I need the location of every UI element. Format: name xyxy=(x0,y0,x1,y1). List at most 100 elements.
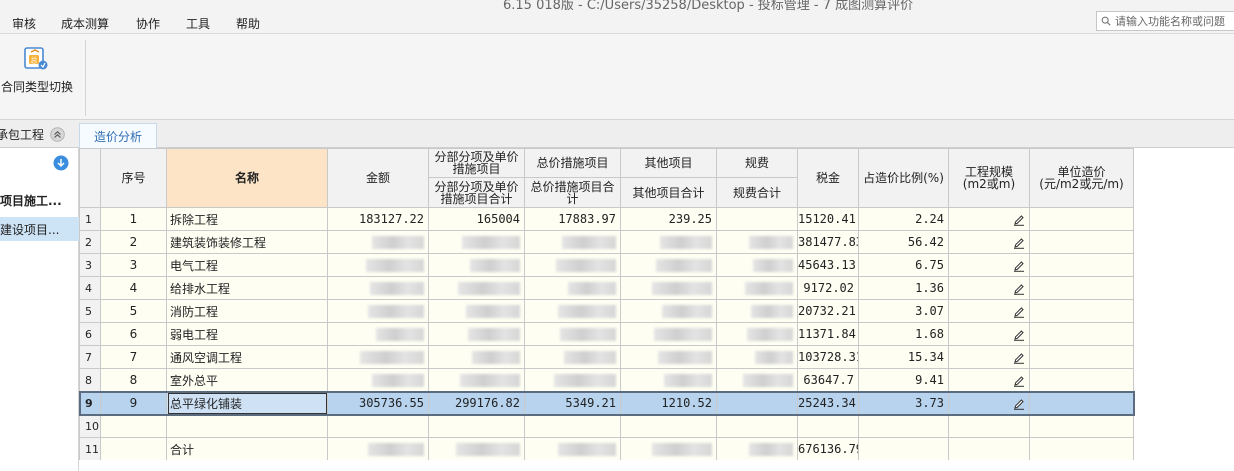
cell-name[interactable] xyxy=(166,414,328,438)
cell-other[interactable] xyxy=(620,322,717,346)
cell-fbfx[interactable] xyxy=(428,437,525,461)
cell-seq[interactable]: 5 xyxy=(100,299,167,323)
cell-ratio[interactable] xyxy=(858,414,949,438)
cell-amount[interactable] xyxy=(327,345,429,369)
row-number[interactable]: 3 xyxy=(79,253,101,277)
tab-cost-analysis[interactable]: 造价分析 xyxy=(79,123,157,149)
pencil-icon[interactable] xyxy=(1013,352,1025,364)
collapse-up-icon[interactable] xyxy=(50,126,65,142)
cell-fees[interactable] xyxy=(716,414,798,438)
table-row[interactable]: 1 1 拆除工程 183127.22 165004 17883.97 239.25 15120… xyxy=(79,207,1134,231)
cell-fees[interactable] xyxy=(716,276,798,300)
cell-seq[interactable] xyxy=(100,437,167,461)
cell-other[interactable] xyxy=(620,414,717,438)
cell-tax[interactable] xyxy=(797,414,859,438)
pencil-icon[interactable] xyxy=(1013,306,1025,318)
row-number[interactable]: 10 xyxy=(79,414,101,438)
row-number[interactable]: 1 xyxy=(79,207,101,231)
cell-fbfx[interactable] xyxy=(428,276,525,300)
cell-zjcs[interactable]: 5349.21 xyxy=(524,391,621,415)
cell-scale[interactable] xyxy=(948,414,1030,438)
cell-seq[interactable]: 6 xyxy=(100,322,167,346)
pencil-icon[interactable] xyxy=(1013,237,1025,249)
cell-ratio[interactable]: 15.34 xyxy=(858,345,949,369)
cell-zjcs[interactable] xyxy=(524,437,621,461)
search-box[interactable] xyxy=(1096,11,1234,31)
cell-other[interactable] xyxy=(620,276,717,300)
cell-seq[interactable]: 9 xyxy=(100,391,167,415)
cell-scale[interactable] xyxy=(948,368,1030,392)
cell-ratio[interactable]: 56.42 xyxy=(858,230,949,254)
cell-name[interactable]: 弱电工程 xyxy=(166,322,328,346)
cell-seq[interactable]: 3 xyxy=(100,253,167,277)
cell-unit-cost[interactable] xyxy=(1029,276,1134,300)
table-row[interactable]: 9 9 总平绿化铺装 305736.55 299176.82 5349.21 1210.52… xyxy=(78,390,1135,416)
cell-unit-cost[interactable] xyxy=(1029,299,1134,323)
pencil-icon[interactable] xyxy=(1013,260,1025,272)
table-row[interactable]: 5 5 消防工程 20732.21 3.07 xyxy=(79,299,1134,323)
cell-fbfx[interactable] xyxy=(428,230,525,254)
cell-other[interactable]: 1210.52 xyxy=(620,391,717,415)
cell-tax[interactable]: 20732.21 xyxy=(797,299,859,323)
cell-zjcs[interactable] xyxy=(524,276,621,300)
cell-unit-cost[interactable] xyxy=(1029,345,1134,369)
cell-ratio[interactable]: 3.07 xyxy=(858,299,949,323)
cell-ratio[interactable]: 1.36 xyxy=(858,276,949,300)
table-row[interactable]: 8 8 室外总平 63647.7 9.41 xyxy=(79,368,1134,392)
cell-amount[interactable] xyxy=(327,414,429,438)
cell-zjcs[interactable] xyxy=(524,368,621,392)
cell-zjcs[interactable] xyxy=(524,322,621,346)
cell-fees[interactable] xyxy=(716,322,798,346)
row-number[interactable]: 4 xyxy=(79,276,101,300)
cell-tax[interactable]: 25243.34 xyxy=(797,391,859,415)
cell-tax[interactable]: 15120.41 xyxy=(797,207,859,231)
cell-fees[interactable] xyxy=(716,368,798,392)
cell-scale[interactable] xyxy=(948,345,1030,369)
cell-seq[interactable]: 7 xyxy=(100,345,167,369)
cell-other[interactable] xyxy=(620,345,717,369)
menu-help[interactable]: 帮助 xyxy=(236,15,260,32)
cell-fbfx[interactable] xyxy=(428,368,525,392)
table-row[interactable]: 6 6 弱电工程 11371.84 1.68 xyxy=(79,322,1134,346)
cell-ratio[interactable] xyxy=(858,437,949,461)
pencil-icon[interactable] xyxy=(1013,283,1025,295)
contract-switch-button[interactable]: 总 合同类型切换 xyxy=(0,42,84,116)
pencil-icon[interactable] xyxy=(1013,214,1025,226)
cell-zjcs[interactable]: 17883.97 xyxy=(524,207,621,231)
cell-scale[interactable] xyxy=(948,230,1030,254)
cell-amount[interactable]: 305736.55 xyxy=(327,391,429,415)
cell-amount[interactable] xyxy=(327,299,429,323)
cell-tax[interactable]: 11371.84 xyxy=(797,322,859,346)
cell-fbfx[interactable] xyxy=(428,414,525,438)
cell-fees[interactable] xyxy=(716,253,798,277)
cell-fbfx[interactable] xyxy=(428,345,525,369)
cell-ratio[interactable]: 2.24 xyxy=(858,207,949,231)
cell-unit-cost[interactable] xyxy=(1029,391,1134,415)
table-row[interactable]: 2 2 建筑装饰装修工程 381477.83 56.42 xyxy=(79,230,1134,254)
cell-fees[interactable] xyxy=(716,437,798,461)
row-number[interactable]: 8 xyxy=(79,368,101,392)
cell-zjcs[interactable] xyxy=(524,345,621,369)
row-number[interactable]: 11 xyxy=(79,437,101,461)
cell-scale[interactable] xyxy=(948,437,1030,461)
cell-scale[interactable] xyxy=(948,391,1030,415)
cell-other[interactable] xyxy=(620,368,717,392)
cell-zjcs[interactable] xyxy=(524,253,621,277)
cell-scale[interactable] xyxy=(948,207,1030,231)
cell-amount[interactable]: 183127.22 xyxy=(327,207,429,231)
menu-cost-estimation[interactable]: 成本测算 xyxy=(61,15,109,32)
table-row[interactable]: 4 4 给排水工程 9172.02 1.36 xyxy=(79,276,1134,300)
row-number[interactable]: 7 xyxy=(79,345,101,369)
cell-seq[interactable]: 2 xyxy=(100,230,167,254)
cell-fbfx[interactable] xyxy=(428,322,525,346)
cell-name[interactable]: 室外总平 xyxy=(166,368,328,392)
cell-other[interactable] xyxy=(620,230,717,254)
menu-tools[interactable]: 工具 xyxy=(186,15,210,32)
menu-collaboration[interactable]: 协作 xyxy=(136,15,160,32)
cell-ratio[interactable]: 6.75 xyxy=(858,253,949,277)
cell-amount[interactable] xyxy=(327,322,429,346)
row-number[interactable]: 9 xyxy=(79,391,101,415)
cell-seq[interactable]: 8 xyxy=(100,368,167,392)
cell-seq[interactable] xyxy=(100,414,167,438)
cell-name[interactable]: 建筑装饰装修工程 xyxy=(166,230,328,254)
